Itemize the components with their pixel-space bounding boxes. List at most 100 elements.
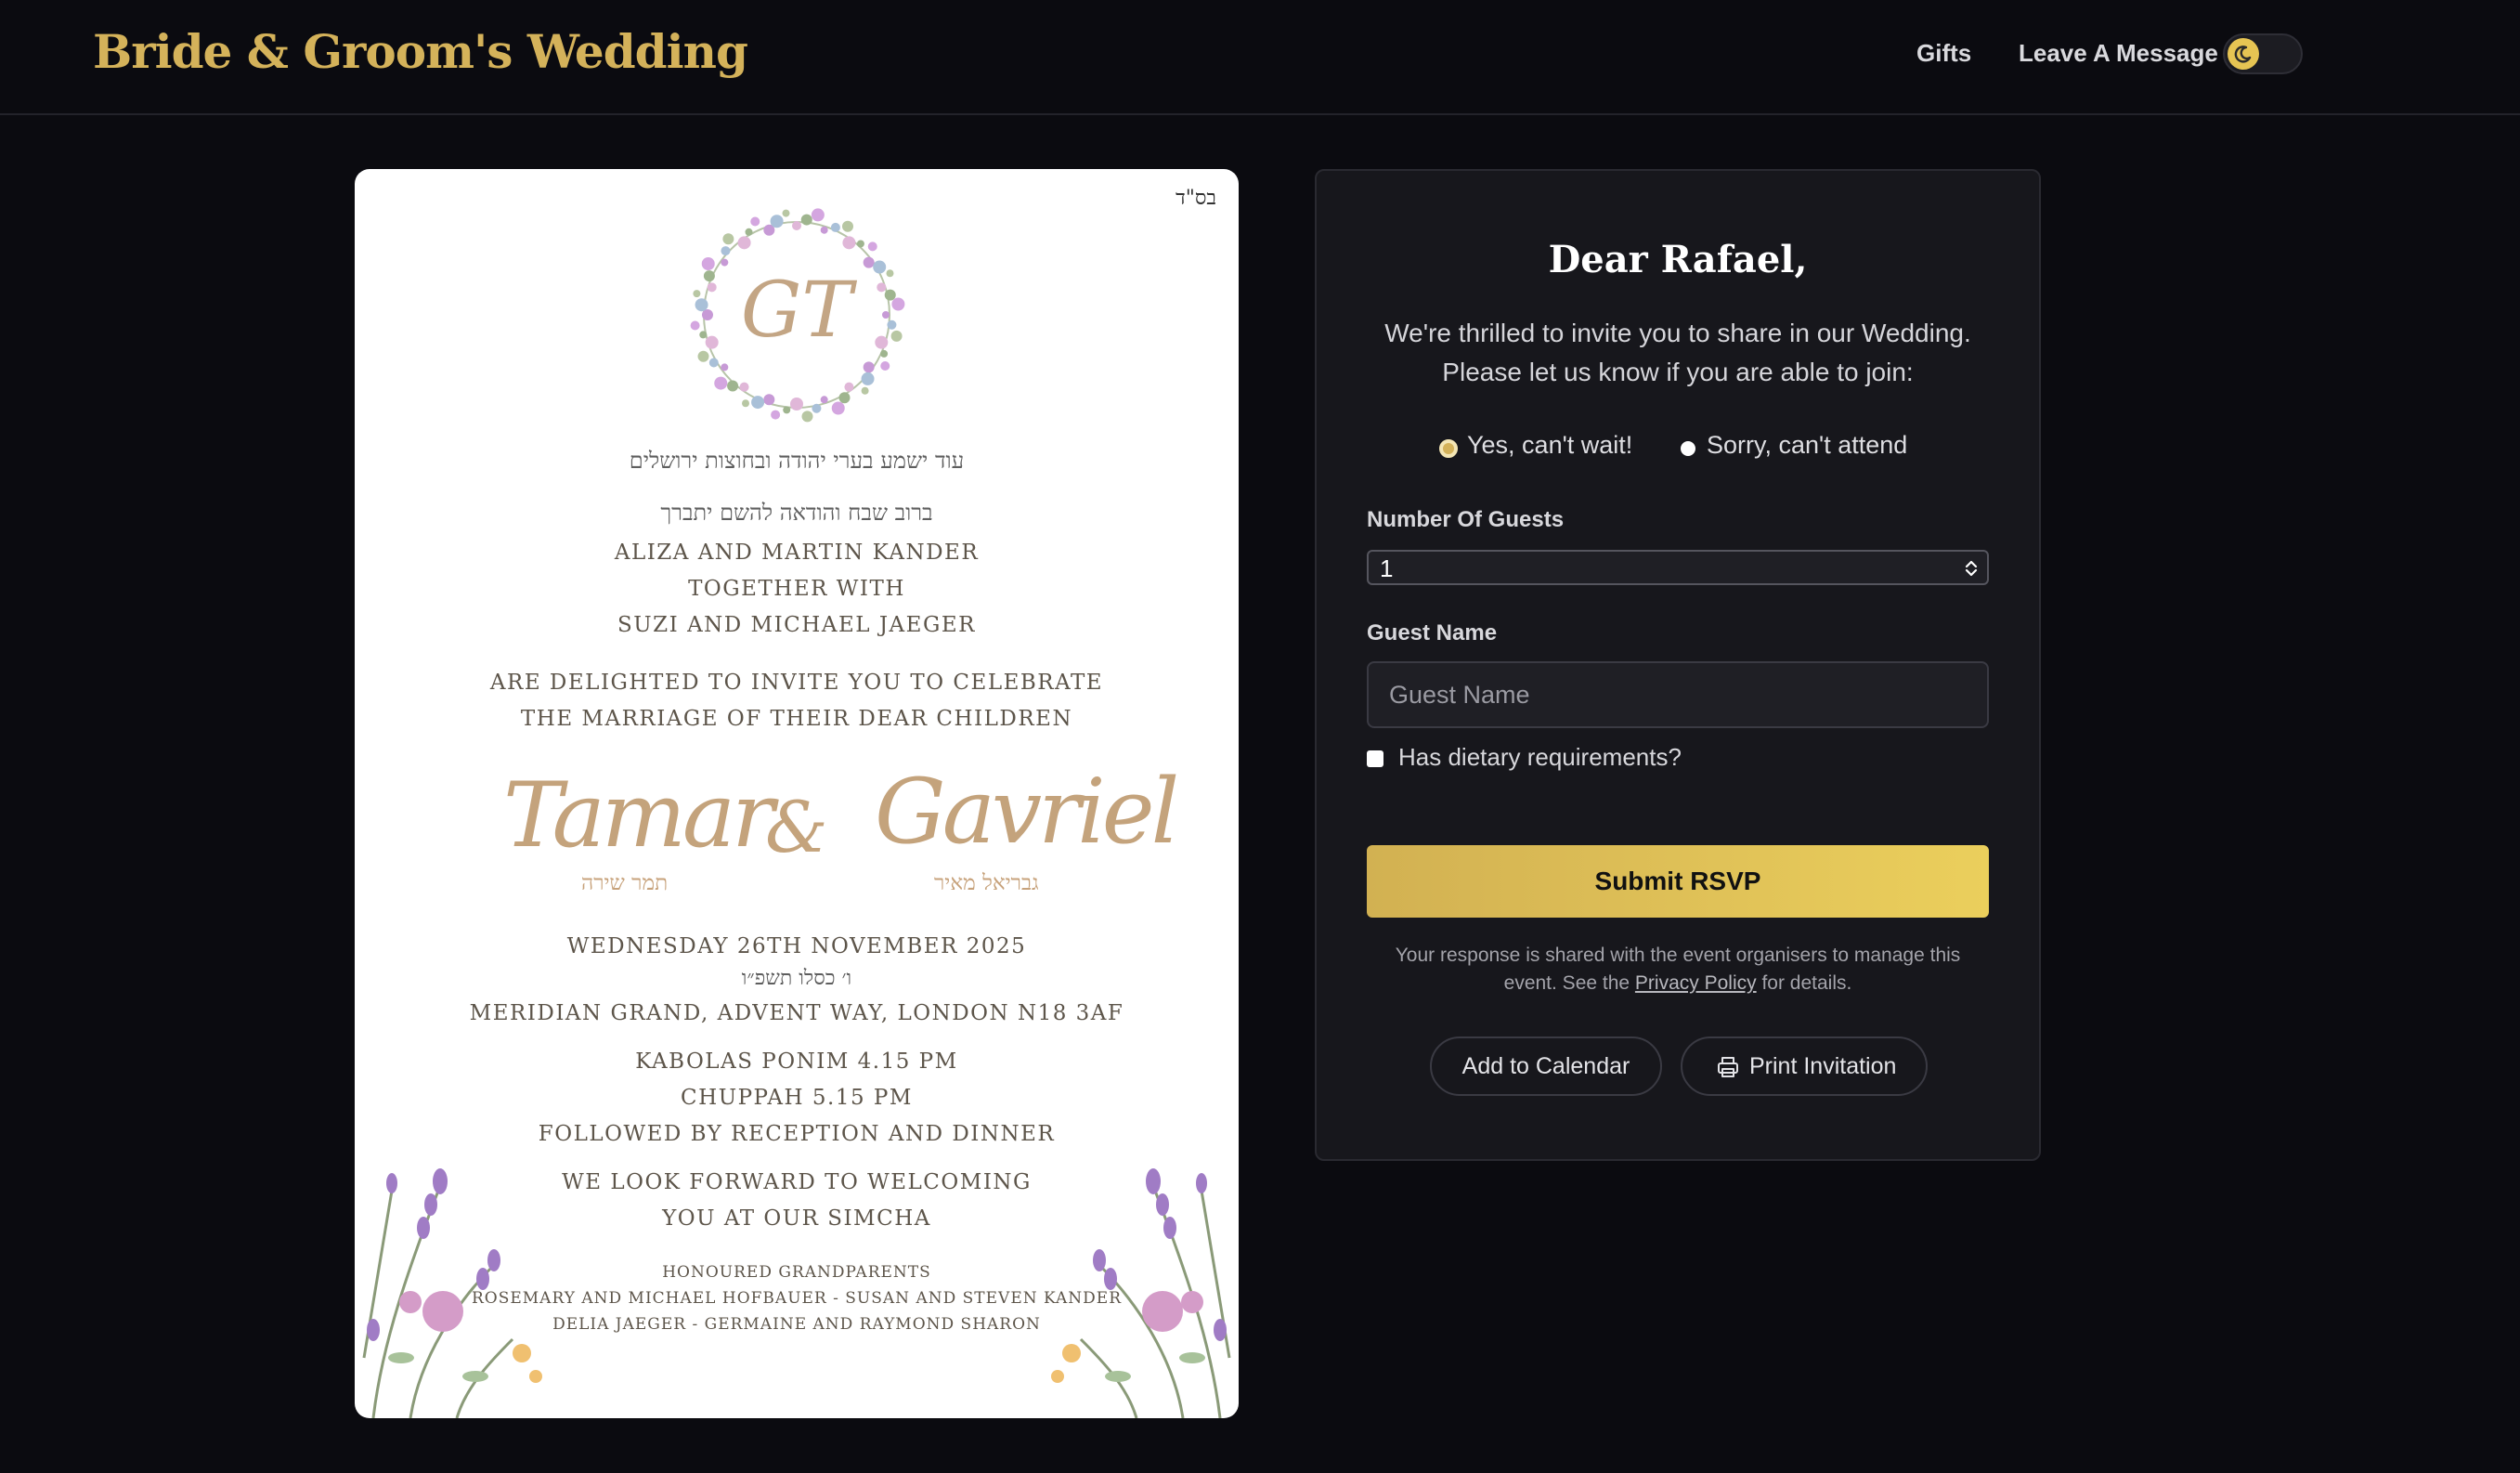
wreath-flower (838, 392, 851, 404)
wreath-flower (873, 260, 887, 274)
wreath-flower (708, 358, 719, 368)
wreath-flower (831, 401, 845, 415)
wreath-flower (800, 214, 812, 226)
wreath-flower (844, 382, 854, 392)
wreath-flower (882, 311, 890, 319)
add-to-calendar-button[interactable]: Add to Calendar (1430, 1036, 1662, 1096)
print-invitation-button[interactable]: Print Invitation (1681, 1036, 1928, 1096)
venue: Meridian Grand, Advent Way, London N18 3… (469, 1001, 1124, 1025)
guests-count-select[interactable]: 1 (1367, 550, 1989, 585)
wreath-flower (693, 290, 701, 298)
wreath-flower (783, 406, 791, 414)
hebrew-date: ו׳ כסלו תשפ״ו (741, 967, 852, 990)
rsvp-intro-line-2: Please let us know if you are able to jo… (1442, 358, 1914, 386)
wreath-flower (745, 228, 753, 236)
radio-unselected-indicator[interactable] (1681, 441, 1695, 456)
wreath-flower (707, 282, 717, 293)
wreath-flower (721, 363, 729, 372)
wreath-flower (771, 410, 781, 420)
ampersand: & (765, 786, 828, 868)
wreath-flower (842, 236, 856, 250)
site-header: Bride & Groom's Wedding Gifts Leave A Me… (0, 0, 2520, 115)
bride-hebrew-name: תמר שירה (581, 871, 669, 895)
wreath-flower (703, 270, 715, 282)
rsvp-panel: Dear Rafael, We're thrilled to invite yo… (1315, 169, 2041, 1161)
wreath-flower (886, 269, 894, 278)
nav-leave-message-link[interactable]: Leave A Message (2019, 39, 2218, 68)
wreath-flower (722, 233, 734, 245)
wreath-flower (875, 335, 889, 349)
wreath-flower (742, 399, 749, 408)
floral-wreath-monogram: GT (690, 208, 905, 423)
wreath-flower (863, 256, 875, 268)
wreath-flower (770, 215, 784, 228)
privacy-policy-link[interactable]: Privacy Policy (1635, 972, 1757, 994)
floral-decoration-left (362, 1168, 542, 1418)
kabolas-ponim-time: Kabolas Ponim 4.15 pm (635, 1049, 958, 1074)
invitation-card: בס"ד GT עוד ישמע בערי יהודה ובחוצות ירוש… (355, 169, 1239, 1418)
wedding-date: Wednesday 26th November 2025 (566, 934, 1027, 958)
print-invitation-label: Print Invitation (1749, 1053, 1897, 1079)
rsvp-intro-line-1: We're thrilled to invite you to share in… (1384, 319, 1971, 347)
together-with: together with (688, 577, 905, 601)
parents-line-1: Aliza and Martin Kander (614, 541, 980, 565)
wreath-flower (856, 240, 864, 248)
wreath-flower (727, 380, 739, 392)
wreath-flower (842, 220, 853, 232)
wreath-flower (721, 258, 729, 267)
wreath-flower (701, 257, 715, 270)
hebrew-verse-1: עוד ישמע בערי יהודה ובחוצות ירושלים (629, 448, 965, 474)
hebrew-verse-2: ברוב שבח והודאה להשם יתברך (660, 500, 933, 526)
wreath-flower (801, 411, 813, 423)
wreath-flower (721, 246, 731, 256)
wreath-flower (792, 221, 801, 230)
wreath-flower (714, 376, 728, 390)
wreath-flower (820, 226, 828, 234)
radio-yes-label[interactable]: Yes, can't wait! (1467, 431, 1632, 460)
radio-selected-indicator[interactable] (1439, 439, 1458, 458)
wreath-flower (880, 349, 889, 358)
wreath-flower (861, 372, 875, 385)
submit-rsvp-button[interactable]: Submit RSVP (1367, 845, 1989, 918)
groom-hebrew-name: גבריאל מאיר (934, 871, 1039, 895)
wreath-flower (884, 289, 896, 301)
wreath-flower (790, 398, 803, 411)
groom-name: Gavriel (875, 760, 1179, 864)
wreath-flower (877, 282, 887, 293)
dietary-checkbox-label[interactable]: Has dietary requirements? (1398, 743, 1682, 772)
rsvp-greeting: Dear Rafael, (1548, 238, 1808, 281)
wreath-flower (880, 361, 890, 371)
radio-no-label[interactable]: Sorry, can't attend (1707, 431, 1907, 460)
wreath-flower (763, 394, 775, 406)
guest-name-label: Guest Name (1367, 620, 1498, 645)
wreath-flower (867, 241, 877, 252)
theme-toggle[interactable] (2223, 33, 2303, 74)
invite-line-2: the marriage of their dear children (520, 707, 1073, 731)
bsd-mark: בס"ד (1176, 187, 1216, 210)
invite-line-1: are delighted to invite you to celebrate (489, 671, 1104, 695)
wreath-flower (697, 350, 709, 362)
wreath-flower (863, 361, 875, 373)
wreath-flower (891, 297, 905, 311)
wreath-flower (887, 319, 897, 330)
wreath-flower (690, 320, 700, 331)
wreath-flower (811, 208, 825, 222)
wreath-flower (830, 222, 840, 232)
wreath-flower (782, 209, 790, 217)
guests-count-label: Number Of Guests (1367, 507, 1565, 532)
disclaimer-text-after: for details. (1756, 972, 1852, 994)
guest-name-input[interactable] (1367, 661, 1989, 728)
dietary-checkbox[interactable] (1367, 750, 1383, 767)
parents-line-2: Suzi and Michael Jaeger (617, 613, 976, 637)
nav-gifts-link[interactable]: Gifts (1916, 39, 1971, 68)
site-title[interactable]: Bride & Groom's Wedding (93, 24, 748, 79)
wreath-flower (705, 335, 719, 349)
wreath-flower (812, 403, 822, 413)
wreath-flower (699, 331, 708, 339)
wreath-flower (737, 236, 751, 250)
rsvp-intro: We're thrilled to invite you to share in… (1354, 314, 2002, 392)
privacy-disclaimer: Your response is shared with the event o… (1367, 942, 1989, 997)
printer-icon (1718, 1057, 1738, 1077)
wreath-flower (751, 396, 765, 410)
wreath-flower (820, 396, 828, 404)
